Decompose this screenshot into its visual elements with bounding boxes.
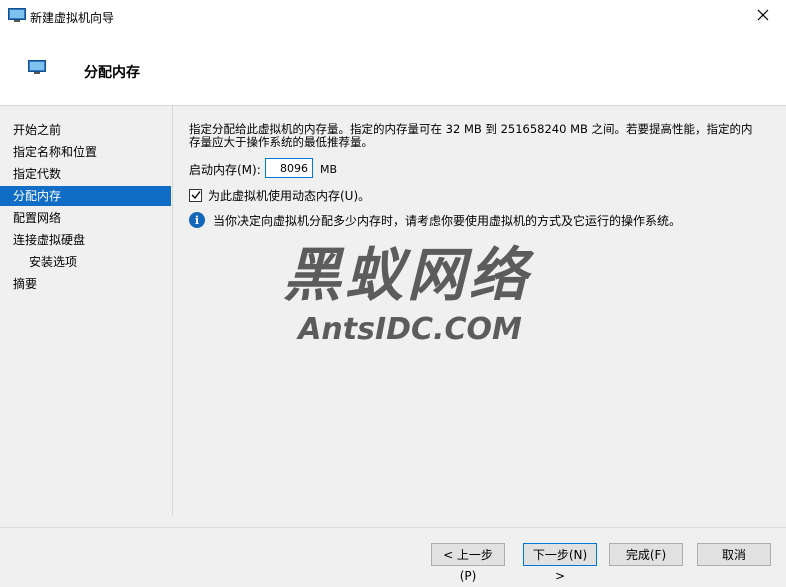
previous-button[interactable]: < 上一步(P) — [431, 543, 505, 583]
window-title: 新建虚拟机向导 — [30, 11, 115, 25]
sidebar-item-networking[interactable]: 配置网络 — [0, 208, 171, 228]
sidebar-item-generation[interactable]: 指定代数 — [0, 164, 171, 184]
sidebar-item-assign-memory[interactable]: 分配内存 — [0, 186, 171, 206]
watermark-domain: AntsIDC.COM — [298, 312, 522, 347]
footer-divider — [0, 527, 786, 528]
dynamic-memory-checkbox[interactable] — [189, 188, 202, 202]
info-text: 当你决定向虚拟机分配多少内存时，请考虑你要使用虚拟机的方式及它运行的操作系统。 — [213, 213, 682, 228]
cancel-button[interactable]: 取消 — [697, 543, 771, 566]
sidebar-item-virtual-hard-disk[interactable]: 连接虚拟硬盘 — [0, 230, 171, 250]
info-icon: i — [189, 212, 205, 228]
sidebar-item-before-you-begin[interactable]: 开始之前 — [0, 120, 171, 140]
memory-unit-label: MB — [320, 163, 338, 176]
page-title: 分配内存 — [84, 65, 140, 81]
next-button[interactable]: 下一步(N) > — [523, 543, 597, 583]
checkmark-icon — [191, 191, 201, 200]
watermark-logo: 黑蚁网络 AntsIDC.COM — [262, 238, 552, 348]
finish-button[interactable]: 完成(F) — [609, 543, 683, 566]
vm-monitor-icon — [28, 60, 46, 74]
dynamic-memory-option[interactable]: 为此虚拟机使用动态内存(U)。 — [189, 186, 370, 204]
memory-description: 指定分配给此虚拟机的内存量。指定的内存量可在 32 MB 到 251658240… — [189, 122, 753, 149]
dynamic-memory-label: 为此虚拟机使用动态内存(U)。 — [208, 188, 371, 203]
title-bar: 新建虚拟机向导 — [0, 0, 786, 32]
sidebar-item-installation-options[interactable]: 安装选项 — [0, 252, 171, 272]
vm-monitor-icon — [8, 8, 26, 22]
close-icon — [757, 9, 769, 24]
watermark-title: 黑蚁网络 — [282, 241, 531, 309]
sidebar-item-name-location[interactable]: 指定名称和位置 — [0, 142, 171, 162]
wizard-header: 分配内存 — [0, 32, 786, 106]
wizard-steps-sidebar: 开始之前 指定名称和位置 指定代数 分配内存 配置网络 连接虚拟硬盘 安装选项 … — [0, 106, 173, 516]
sidebar-item-summary[interactable]: 摘要 — [0, 274, 171, 294]
startup-memory-input[interactable] — [265, 158, 313, 178]
info-message: i 当你决定向虚拟机分配多少内存时，请考虑你要使用虚拟机的方式及它运行的操作系统… — [189, 210, 681, 230]
close-button[interactable] — [740, 0, 786, 32]
startup-memory-label: 启动内存(M): — [189, 163, 261, 177]
